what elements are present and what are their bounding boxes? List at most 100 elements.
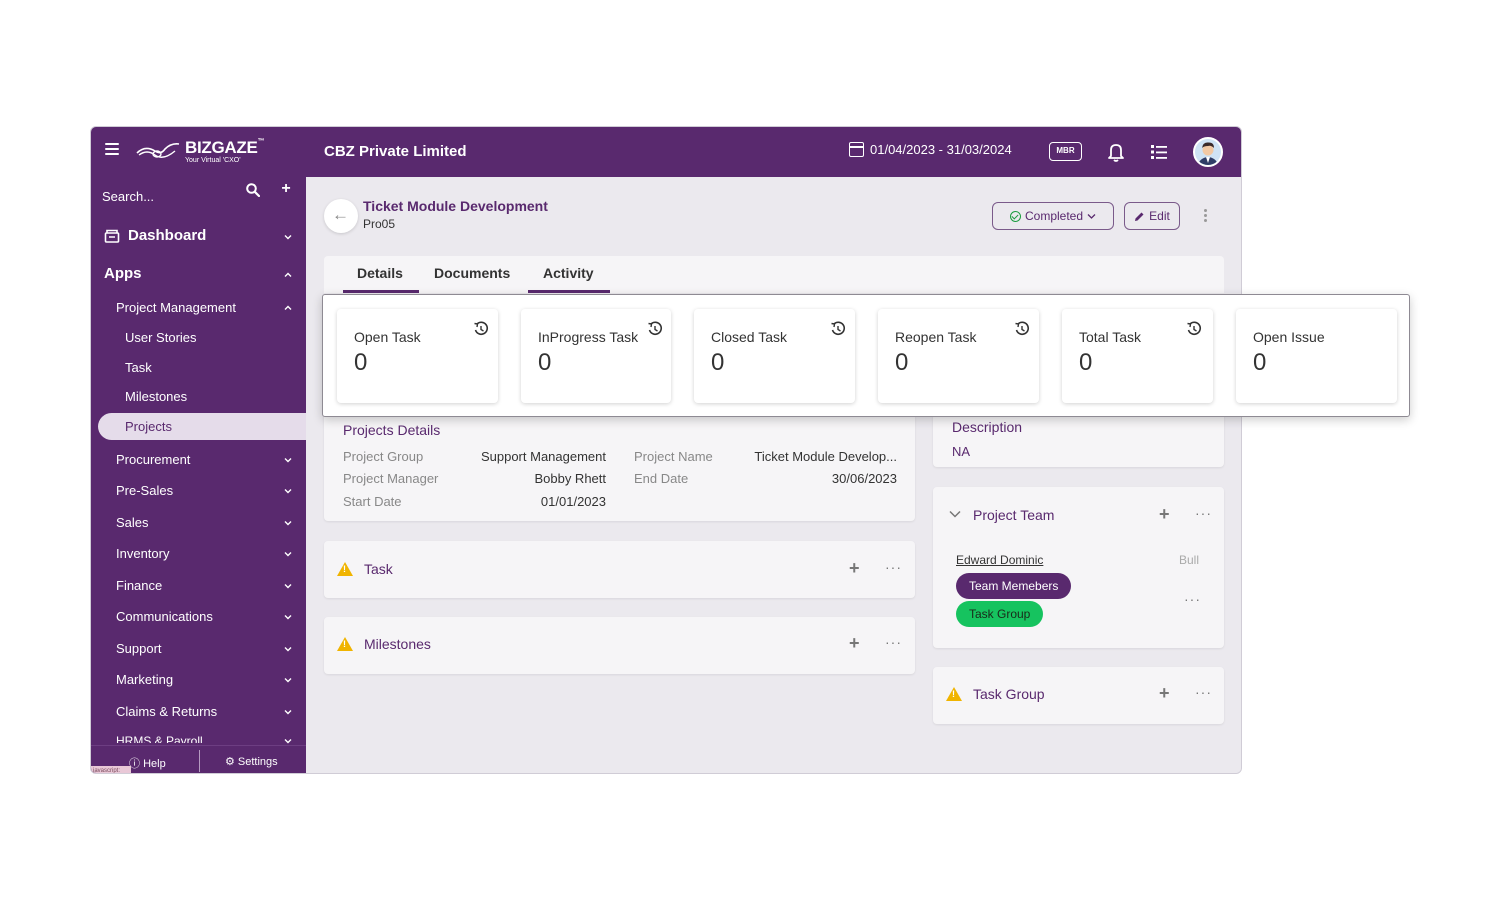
sidebar-item-inventory[interactable]: Inventory: [116, 546, 169, 561]
section-title: Projects Details: [343, 422, 441, 438]
add-button[interactable]: +: [276, 179, 296, 199]
sidebar-item-label: Projects: [125, 419, 172, 434]
add-icon[interactable]: +: [1159, 504, 1170, 525]
stat-card-open-task[interactable]: Open Task 0: [337, 309, 498, 403]
task-card: Task + ···: [324, 541, 915, 598]
sidebar-item-support[interactable]: Support: [116, 641, 162, 656]
chevron-down-icon[interactable]: [284, 233, 292, 241]
tab-documents[interactable]: Documents: [434, 265, 510, 281]
team-member-link[interactable]: Edward Dominic: [956, 553, 1043, 567]
more-icon[interactable]: ···: [1184, 591, 1201, 607]
dashboard-icon: [104, 229, 120, 243]
warning-icon: [946, 687, 962, 701]
help-link[interactable]: ⓘ Help: [129, 755, 166, 771]
mbr-icon[interactable]: MBR: [1049, 142, 1082, 161]
history-icon[interactable]: [1014, 321, 1030, 337]
team-members-chip[interactable]: Team Memebers: [956, 573, 1072, 599]
bell-icon[interactable]: [1107, 142, 1125, 162]
logo-mark-icon: [136, 143, 180, 158]
field-value: Bobby Rhett: [534, 471, 606, 486]
search-icon[interactable]: [246, 183, 260, 197]
date-range-text: 01/04/2023 - 31/03/2024: [870, 142, 1012, 157]
top-bar: BIZGAZE™ Your Virtual 'CXO' CBZ Private …: [91, 127, 1241, 177]
add-icon[interactable]: +: [1159, 683, 1170, 704]
sidebar-item-project-management[interactable]: Project Management: [116, 300, 236, 315]
stat-card-total-task[interactable]: Total Task 0: [1062, 309, 1213, 403]
more-icon[interactable]: ···: [885, 559, 902, 575]
more-icon[interactable]: ···: [1195, 505, 1212, 521]
field-label: Project Name: [634, 449, 713, 464]
sidebar-item-user-stories[interactable]: User Stories: [125, 330, 197, 345]
page-title: Ticket Module Development: [363, 198, 548, 214]
chevron-down-icon[interactable]: [284, 676, 292, 684]
more-icon[interactable]: ···: [885, 634, 902, 650]
more-icon[interactable]: ···: [1195, 684, 1212, 700]
logo[interactable]: BIZGAZE™ Your Virtual 'CXO': [135, 137, 275, 167]
edit-button[interactable]: Edit: [1124, 202, 1180, 230]
sidebar-item-dashboard[interactable]: Dashboard: [104, 227, 206, 244]
stat-label: Open Task: [354, 329, 421, 345]
chevron-down-icon[interactable]: [284, 456, 292, 464]
stat-card-inprogress-task[interactable]: InProgress Task 0: [521, 309, 671, 403]
history-icon[interactable]: [1186, 321, 1202, 337]
stat-value: 0: [895, 349, 909, 376]
search-input[interactable]: Search...: [102, 189, 154, 204]
chevron-down-icon[interactable]: [949, 510, 961, 518]
sidebar-item-procurement[interactable]: Procurement: [116, 452, 190, 467]
section-title: Task: [364, 561, 393, 577]
chevron-up-icon[interactable]: [284, 271, 292, 279]
add-icon[interactable]: +: [849, 633, 860, 654]
stat-card-closed-task[interactable]: Closed Task 0: [694, 309, 855, 403]
stat-value: 0: [711, 349, 725, 376]
sidebar-item-apps[interactable]: Apps: [104, 265, 142, 282]
stat-card-reopen-task[interactable]: Reopen Task 0: [878, 309, 1039, 403]
task-group-card: Task Group + ···: [933, 667, 1224, 724]
chevron-down-icon[interactable]: [284, 645, 292, 653]
field-label: End Date: [634, 471, 689, 486]
chevron-down-icon[interactable]: [284, 582, 292, 590]
sidebar-item-claims-returns[interactable]: Claims & Returns: [116, 704, 217, 719]
field-value: Support Management: [480, 449, 606, 464]
tab-details[interactable]: Details: [357, 265, 403, 281]
sidebar-item-communications[interactable]: Communications: [116, 609, 213, 624]
sidebar-item-marketing[interactable]: Marketing: [116, 672, 173, 687]
status-label: Completed: [1024, 209, 1084, 223]
settings-link[interactable]: ⚙ Settings: [225, 755, 278, 768]
list-icon[interactable]: [1150, 143, 1168, 161]
sidebar-item-sales[interactable]: Sales: [116, 515, 149, 530]
task-group-chip[interactable]: Task Group: [956, 601, 1044, 627]
history-icon[interactable]: [830, 321, 846, 337]
field-value: 30/06/2023: [831, 471, 897, 486]
chevron-down-icon[interactable]: [284, 550, 292, 558]
menu-icon[interactable]: [105, 143, 119, 157]
chevron-down-icon[interactable]: [284, 487, 292, 495]
user-avatar[interactable]: [1193, 137, 1223, 167]
chevron-up-icon[interactable]: [284, 304, 292, 312]
tab-activity[interactable]: Activity: [543, 265, 594, 281]
add-icon[interactable]: +: [849, 558, 860, 579]
back-button[interactable]: [324, 199, 358, 233]
stat-label: Reopen Task: [895, 329, 977, 345]
status-dropdown[interactable]: Completed: [992, 202, 1114, 230]
history-icon[interactable]: [473, 321, 489, 337]
logo-tagline: Your Virtual 'CXO': [185, 157, 241, 164]
field-label: Start Date: [343, 494, 402, 509]
sidebar-item-pre-sales[interactable]: Pre-Sales: [116, 483, 173, 498]
check-circle-icon: [1009, 210, 1021, 222]
history-icon[interactable]: [647, 321, 663, 337]
more-options-icon[interactable]: [1204, 209, 1208, 223]
sidebar-item-finance[interactable]: Finance: [116, 578, 162, 593]
sidebar-item-task[interactable]: Task: [125, 360, 152, 375]
stat-card-open-issue[interactable]: Open Issue 0: [1236, 309, 1397, 403]
date-range[interactable]: 01/04/2023 - 31/03/2024: [849, 142, 1012, 157]
chevron-down-icon[interactable]: [284, 737, 292, 745]
chevron-down-icon[interactable]: [284, 519, 292, 527]
chevron-down-icon[interactable]: [284, 708, 292, 716]
section-title: Project Team: [973, 507, 1055, 523]
sidebar-item-projects[interactable]: Projects: [98, 413, 308, 440]
sidebar-item-hrms-payroll[interactable]: HRMS & Payroll: [116, 734, 203, 743]
sidebar-item-milestones[interactable]: Milestones: [125, 389, 187, 404]
field-label: Project Group: [343, 449, 424, 464]
settings-label: Settings: [237, 756, 278, 768]
chevron-down-icon[interactable]: [284, 613, 292, 621]
